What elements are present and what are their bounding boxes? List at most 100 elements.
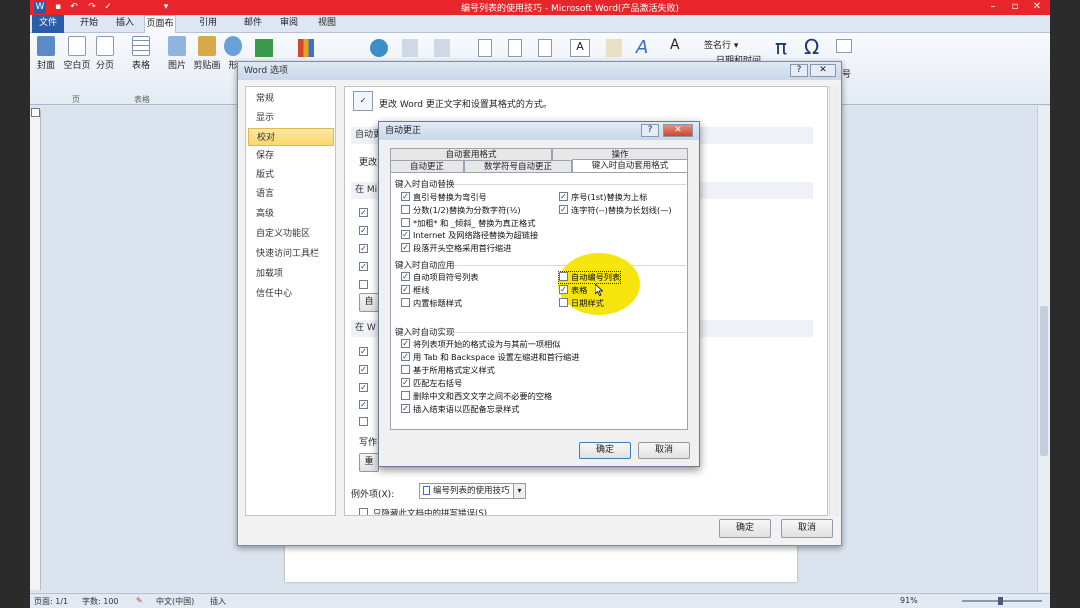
nav-quick-access[interactable]: 快速访问工具栏 xyxy=(248,245,334,263)
tab-start[interactable]: 插入 xyxy=(110,15,140,33)
status-page[interactable]: 页面: 1/1 xyxy=(34,596,68,607)
opt-numbered-lists[interactable]: 自动编号列表 xyxy=(557,271,622,284)
tab-review[interactable]: 视图 xyxy=(312,15,342,33)
proofing-icon[interactable]: ✎ xyxy=(136,596,143,605)
option-checkbox-3[interactable]: ✓ xyxy=(359,244,368,253)
chart-icon[interactable] xyxy=(298,39,314,57)
opt-hyperlinks[interactable]: ✓ Internet 及网络路径替换为超链接 xyxy=(401,230,538,241)
option-checkbox-6[interactable]: ✓ xyxy=(359,347,368,356)
status-zoom[interactable]: 91% xyxy=(900,596,918,605)
nav-addins[interactable]: 加载项 xyxy=(248,265,334,283)
status-words[interactable]: 字数: 100 xyxy=(82,596,119,607)
checkbox[interactable]: ✓ xyxy=(401,339,410,348)
checkbox[interactable]: ✓ xyxy=(401,378,410,387)
number-icon[interactable] xyxy=(836,39,852,53)
ribbon-cover-button[interactable]: 封面 xyxy=(32,36,60,71)
smartart-icon[interactable] xyxy=(255,39,273,57)
opt-list-format[interactable]: ✓ 将列表项开始的格式设为与其前一项相似 xyxy=(401,339,560,350)
wordart-icon[interactable]: A xyxy=(636,37,654,58)
checkbox[interactable] xyxy=(401,205,410,214)
close-icon[interactable]: ✕ xyxy=(1026,0,1048,14)
option-checkbox-10[interactable] xyxy=(359,417,368,426)
option-checkbox-4[interactable]: ✓ xyxy=(359,262,368,271)
tab-selector-icon[interactable] xyxy=(31,108,40,117)
opt-tab-indent[interactable]: ✓ 用 Tab 和 Backspace 设置左缩进和首行缩进 xyxy=(401,352,579,363)
ok-button[interactable]: 确定 xyxy=(719,519,771,538)
quickparts-icon[interactable] xyxy=(606,39,622,57)
option-checkbox-9[interactable]: ✓ xyxy=(359,400,368,409)
opt-dashes[interactable]: ✓ 连字符(--)替换为长划线(—) xyxy=(559,205,672,216)
help-icon[interactable]: ? xyxy=(790,64,808,77)
nav-trust-center[interactable]: 信任中心 xyxy=(248,285,334,303)
opt-heading-styles[interactable]: 内置标题样式 xyxy=(401,298,462,309)
close-icon[interactable]: ✕ xyxy=(810,64,836,77)
autocorrect-ok-button[interactable]: 确定 xyxy=(579,442,631,459)
quick-access-dropdown-icon[interactable]: ▾ xyxy=(160,1,172,14)
ribbon-page-break-button[interactable]: 分页 xyxy=(92,36,118,71)
tab-file[interactable]: 文件 xyxy=(32,15,64,33)
symbol-icon[interactable]: Ω xyxy=(804,35,819,59)
ribbon-blank-page-button[interactable]: 空白页 xyxy=(62,36,92,71)
recheck-button[interactable]: 重 xyxy=(359,453,379,472)
nav-display[interactable]: 显示 xyxy=(248,109,334,127)
nav-customize-ribbon[interactable]: 自定义功能区 xyxy=(248,225,334,243)
ribbon-clipart-button[interactable]: 剪贴画 xyxy=(192,36,222,71)
bookmark-icon[interactable] xyxy=(402,39,418,57)
checkbox[interactable]: ✓ xyxy=(559,192,568,201)
vertical-scrollbar[interactable] xyxy=(1037,106,1050,592)
checkbox[interactable] xyxy=(401,218,410,227)
checkbox[interactable]: ✓ xyxy=(401,285,410,294)
checkbox[interactable] xyxy=(401,298,410,307)
option-checkbox-2[interactable]: ✓ xyxy=(359,226,368,235)
opt-ordinals[interactable]: ✓ 序号(1st)替换为上标 xyxy=(559,192,647,203)
checkbox[interactable] xyxy=(559,298,568,307)
tab-insert[interactable]: 页面布局 xyxy=(144,15,176,46)
tab-autoformat-as-you-type[interactable]: 键入时自动套用格式 xyxy=(572,159,688,173)
header-icon[interactable] xyxy=(478,39,492,57)
checkbox[interactable]: ✓ xyxy=(559,205,568,214)
checkbox[interactable]: ✓ xyxy=(401,243,410,252)
checkbox[interactable]: ✓ xyxy=(401,192,410,201)
opt-memo-closing[interactable]: ✓ 插入结束语以匹配备忘录样式 xyxy=(401,404,519,415)
opt-define-styles[interactable]: 基于所用格式定义样式 xyxy=(401,365,495,376)
textbox-icon[interactable]: A xyxy=(570,39,590,57)
check-icon[interactable]: ✓ xyxy=(102,1,114,14)
maximize-icon[interactable]: ▫ xyxy=(1004,0,1026,14)
nav-proofing[interactable]: 校对 xyxy=(248,128,334,146)
save-icon[interactable]: ▪ xyxy=(52,1,64,14)
status-mode[interactable]: 插入 xyxy=(210,596,226,607)
tab-layout[interactable]: 引用 xyxy=(186,15,230,33)
opt-bold-italic[interactable]: *加粗* 和 _倾斜_ 替换为真正格式 xyxy=(401,218,535,229)
opt-smart-quotes[interactable]: ✓ 直引号替换为弯引号 xyxy=(401,192,487,203)
checkbox[interactable]: ✓ xyxy=(401,230,410,239)
custom-dictionary-button[interactable]: 自 xyxy=(359,293,379,312)
undo-icon[interactable]: ↶ xyxy=(68,1,80,14)
opt-delete-spaces[interactable]: 删除中文和西文文字之间不必要的空格 xyxy=(401,391,552,402)
checkbox[interactable]: ✓ xyxy=(559,285,568,294)
hyperlink-icon[interactable] xyxy=(370,39,388,57)
page-number-icon[interactable] xyxy=(538,39,552,57)
option-checkbox-8[interactable]: ✓ xyxy=(359,383,368,392)
zoom-slider-thumb[interactable] xyxy=(998,597,1003,605)
chevron-down-icon[interactable]: ▾ xyxy=(513,483,526,499)
nav-advanced[interactable]: 高级 xyxy=(248,205,334,223)
tab-mailings[interactable]: 审阅 xyxy=(274,15,304,33)
checkbox[interactable] xyxy=(401,365,410,374)
opt-date-styles[interactable]: 日期样式 xyxy=(559,298,604,309)
option-checkbox-5[interactable] xyxy=(359,280,368,289)
tab-references[interactable]: 邮件 xyxy=(238,15,268,33)
scroll-thumb[interactable] xyxy=(1040,306,1048,456)
minimize-icon[interactable]: – xyxy=(982,0,1004,14)
cancel-button[interactable]: 取消 xyxy=(781,519,833,538)
checkbox[interactable]: ✓ xyxy=(401,352,410,361)
checkbox[interactable]: ✓ xyxy=(401,272,410,281)
hide-errors-checkbox[interactable] xyxy=(359,508,368,515)
crossref-icon[interactable] xyxy=(434,39,450,57)
opt-match-parens[interactable]: ✓ 匹配左右括号 xyxy=(401,378,462,389)
tab-home[interactable]: 开始 xyxy=(74,15,104,33)
checkbox[interactable] xyxy=(559,272,568,281)
checkbox[interactable]: ✓ xyxy=(401,404,410,413)
opt-bullets[interactable]: ✓ 自动项目符号列表 xyxy=(401,272,479,283)
options-scrollbar[interactable] xyxy=(829,86,839,516)
dropcap-icon[interactable]: A xyxy=(670,37,688,57)
